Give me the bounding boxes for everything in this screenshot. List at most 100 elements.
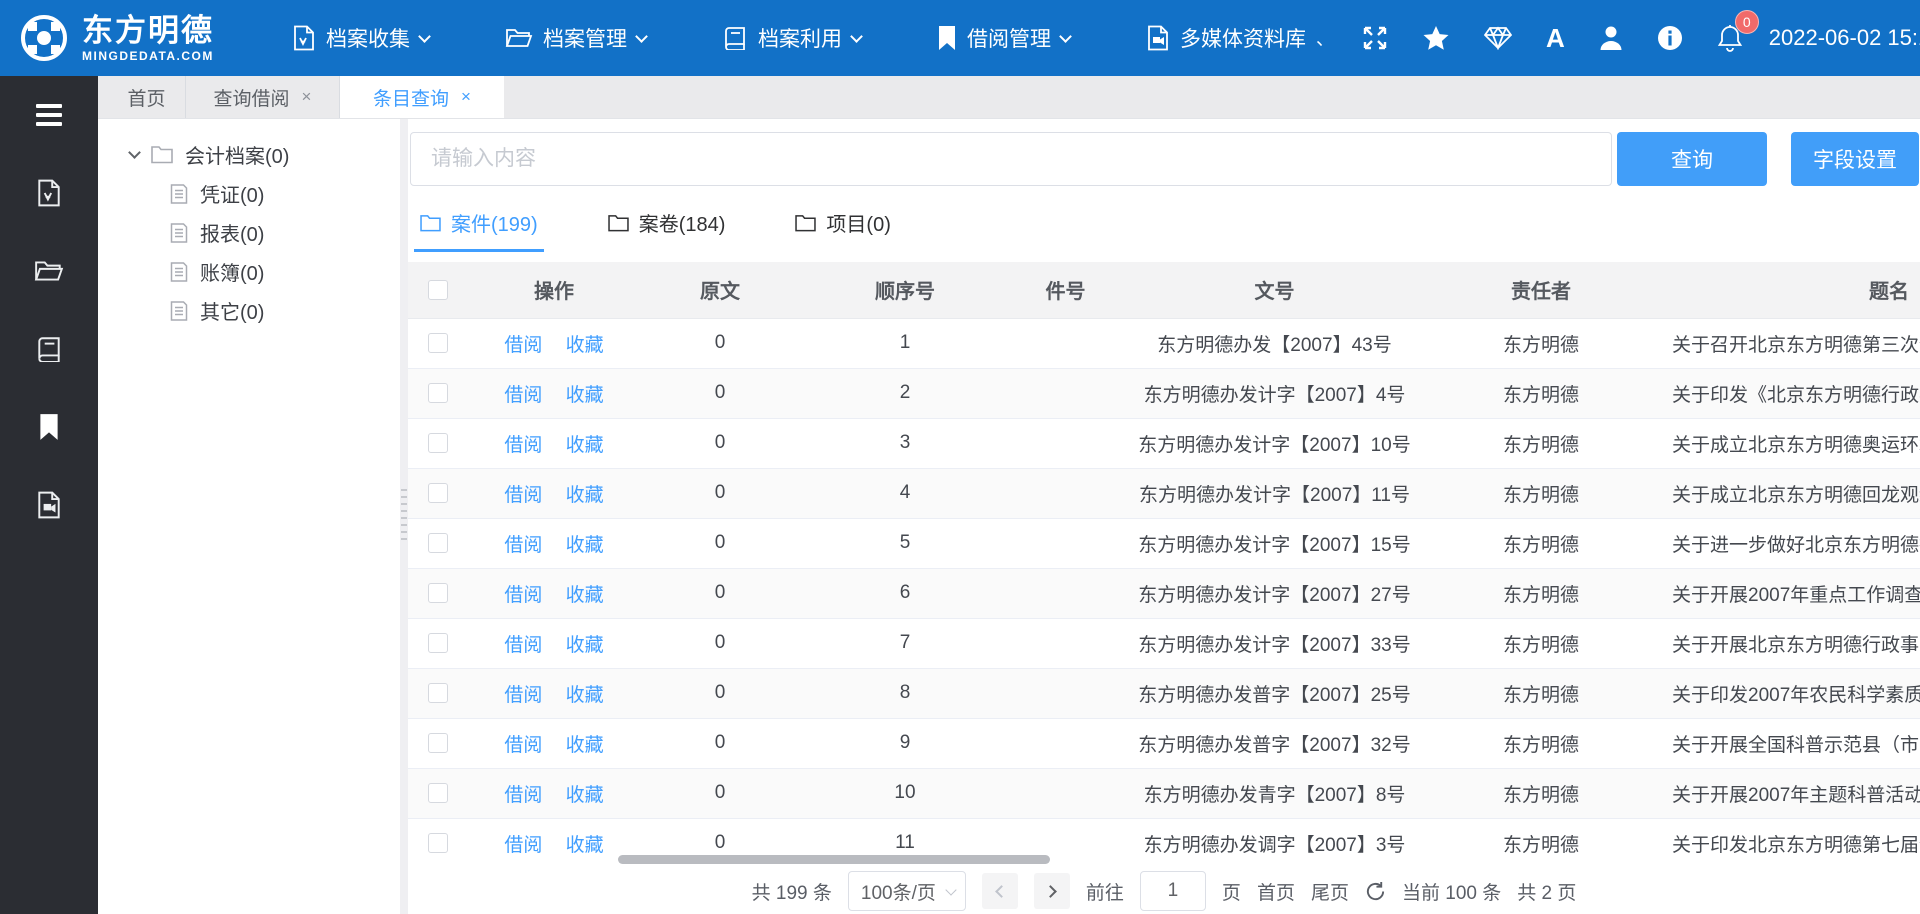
favorite-link[interactable]: 收藏 [566, 435, 604, 456]
favorite-link[interactable]: 收藏 [566, 485, 604, 506]
nav-item-archive-manage[interactable]: 档案管理 [505, 23, 646, 53]
nav-item-borrow-manage[interactable]: 借阅管理 [937, 23, 1070, 53]
row-checkbox[interactable] [428, 583, 448, 603]
borrow-link[interactable]: 借阅 [504, 535, 542, 556]
caret-down-icon[interactable] [128, 146, 141, 159]
tree-node-child[interactable]: 凭证(0) [98, 174, 400, 213]
cell-title: 关于开展2007年主题科普活动的 [1654, 768, 1920, 818]
tree-node-child[interactable]: 账簿(0) [98, 252, 400, 291]
row-checkbox[interactable] [428, 833, 448, 853]
next-page-button[interactable] [1034, 873, 1070, 909]
current-count: 当前 100 条 [1402, 878, 1501, 905]
menu-collapse-button[interactable] [32, 98, 66, 132]
row-checkbox[interactable] [428, 433, 448, 453]
refresh-icon[interactable] [1365, 881, 1386, 902]
page-number-input[interactable] [1140, 871, 1206, 911]
file-media-icon [36, 491, 62, 519]
page-size-select[interactable]: 100条/页 [848, 871, 966, 911]
borrow-link[interactable]: 借阅 [504, 835, 542, 856]
borrow-link[interactable]: 借阅 [504, 735, 542, 756]
logo-icon [18, 12, 70, 64]
chevron-down-icon [418, 30, 431, 43]
tree-node-child[interactable]: 其它(0) [98, 291, 400, 330]
rail-archive-use-button[interactable] [32, 332, 66, 366]
cell-original-count: 0 [640, 518, 800, 568]
horizontal-scrollbar[interactable] [618, 855, 1050, 864]
rail-archive-collect-button[interactable] [32, 176, 66, 210]
favorite-link[interactable]: 收藏 [566, 735, 604, 756]
row-checkbox[interactable] [428, 733, 448, 753]
borrow-link[interactable]: 借阅 [504, 685, 542, 706]
favorite-link[interactable]: 收藏 [566, 585, 604, 606]
search-input[interactable] [410, 132, 1612, 186]
bell-icon[interactable]: 0 [1717, 24, 1743, 52]
borrow-link[interactable]: 借阅 [504, 385, 542, 406]
select-all-checkbox[interactable] [428, 280, 448, 300]
cell-doc-no: 东方明德办发计字【2007】4号 [1121, 368, 1428, 418]
row-checkbox[interactable] [428, 483, 448, 503]
column-header-sequence: 顺序号 [800, 262, 1010, 318]
cell-author: 东方明德 [1428, 718, 1654, 768]
favorite-link[interactable]: 收藏 [566, 335, 604, 356]
prev-page-button[interactable] [982, 873, 1018, 909]
tab-cases[interactable]: 案件(199) [414, 208, 544, 252]
close-icon[interactable]: × [461, 87, 471, 107]
cell-title: 关于进一步做好北京东方明德捐 [1654, 518, 1920, 568]
brand-logo[interactable]: 东方明德 MINGDEDATA.COM [0, 12, 268, 64]
cell-item-no [1010, 618, 1121, 668]
favorite-link[interactable]: 收藏 [566, 785, 604, 806]
expand-fullscreen-icon[interactable] [1362, 25, 1388, 51]
tab-projects[interactable]: 项目(0) [789, 208, 896, 252]
pagination-bar: 共 199 条 100条/页 前往 页 首页 尾页 当前 100 条 共 2 页 [408, 868, 1920, 914]
document-icon [170, 301, 188, 321]
borrow-link[interactable]: 借阅 [504, 435, 542, 456]
borrow-link[interactable]: 借阅 [504, 485, 542, 506]
brand-subtitle: MINGDEDATA.COM [82, 50, 214, 62]
row-checkbox[interactable] [428, 633, 448, 653]
row-checkbox[interactable] [428, 783, 448, 803]
search-row: 查询 字段设置 [410, 132, 1920, 186]
tab-volumes[interactable]: 案卷(184) [602, 208, 732, 252]
nav-item-archive-collect[interactable]: 档案收集 [292, 23, 429, 53]
field-settings-button[interactable]: 字段设置 [1791, 132, 1919, 186]
nav-item-media-library[interactable]: 多媒体资料库 、 [1146, 23, 1334, 53]
favorite-link[interactable]: 收藏 [566, 535, 604, 556]
rail-borrow-manage-button[interactable] [32, 410, 66, 444]
gem-icon[interactable] [1484, 26, 1512, 50]
row-checkbox[interactable] [428, 683, 448, 703]
cell-item-no [1010, 568, 1121, 618]
cell-sequence-no: 4 [800, 468, 1010, 518]
query-button[interactable]: 查询 [1617, 132, 1767, 186]
chevron-right-icon [1044, 885, 1057, 898]
borrow-link[interactable]: 借阅 [504, 335, 542, 356]
last-page-link[interactable]: 尾页 [1311, 878, 1349, 905]
row-checkbox[interactable] [428, 533, 448, 553]
favorite-link[interactable]: 收藏 [566, 835, 604, 856]
first-page-link[interactable]: 首页 [1257, 878, 1295, 905]
tree-node-accounting-archive[interactable]: 会计档案(0) [98, 135, 400, 174]
panel-resize-divider[interactable] [400, 119, 408, 914]
user-icon[interactable] [1599, 25, 1623, 51]
favorite-link[interactable]: 收藏 [566, 635, 604, 656]
cell-sequence-no: 7 [800, 618, 1010, 668]
star-icon[interactable] [1422, 25, 1450, 51]
tab-home[interactable]: 首页 [108, 76, 186, 118]
favorite-link[interactable]: 收藏 [566, 385, 604, 406]
favorite-link[interactable]: 收藏 [566, 685, 604, 706]
row-checkbox[interactable] [428, 383, 448, 403]
borrow-link[interactable]: 借阅 [504, 785, 542, 806]
rail-archive-manage-button[interactable] [32, 254, 66, 288]
tab-query-borrow[interactable]: 查询借阅 × [186, 76, 340, 118]
borrow-link[interactable]: 借阅 [504, 635, 542, 656]
nav-item-archive-use[interactable]: 档案利用 [722, 23, 861, 53]
close-icon[interactable]: × [302, 87, 312, 107]
column-header-author: 责任者 [1428, 262, 1654, 318]
tab-entry-query[interactable]: 条目查询 × [340, 76, 504, 118]
cell-original-count: 0 [640, 718, 800, 768]
font-size-icon[interactable]: A [1546, 23, 1565, 54]
rail-media-library-button[interactable] [32, 488, 66, 522]
info-icon[interactable] [1657, 25, 1683, 51]
tree-node-child[interactable]: 报表(0) [98, 213, 400, 252]
borrow-link[interactable]: 借阅 [504, 585, 542, 606]
row-checkbox[interactable] [428, 333, 448, 353]
